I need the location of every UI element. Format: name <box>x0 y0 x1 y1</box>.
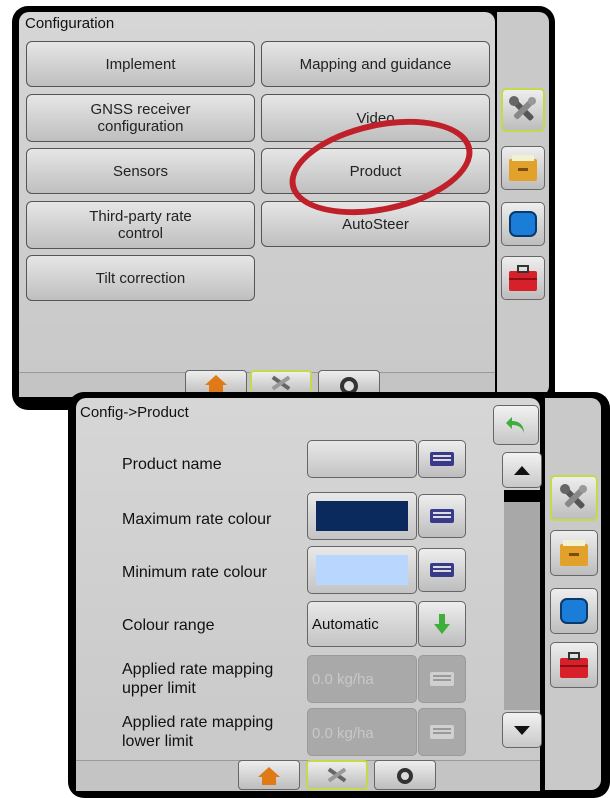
max-rate-colour-field[interactable] <box>307 492 417 540</box>
product-name-keyboard-button[interactable] <box>418 440 466 478</box>
home-tab[interactable] <box>238 760 300 790</box>
chevron-up-icon <box>514 466 530 475</box>
scrollbar[interactable] <box>502 452 542 748</box>
gnss-receiver-button[interactable]: GNSS receiver configuration <box>26 94 255 142</box>
colour-range-dropdown-button[interactable] <box>418 601 466 647</box>
third-party-rate-control-button[interactable]: Third-party rate control <box>26 201 255 249</box>
upper-limit-label-text: Applied rate mapping upper limit <box>122 661 274 697</box>
lower-limit-label-text: Applied rate mapping lower limit <box>122 714 274 750</box>
sensors-button[interactable]: Sensors <box>26 148 255 194</box>
display-icon <box>509 211 537 237</box>
tools-tab[interactable] <box>550 475 598 521</box>
tools-icon <box>560 484 587 509</box>
colour-range-value: Automatic <box>312 616 379 633</box>
scroll-track[interactable] <box>504 490 540 710</box>
implement-label: Implement <box>105 55 176 73</box>
toolbox-tab[interactable] <box>550 642 598 688</box>
home-icon <box>258 767 280 785</box>
min-rate-colour-swatch <box>316 555 408 585</box>
lower-limit-keyboard-button <box>418 708 466 756</box>
min-rate-colour-label: Minimum rate colour <box>122 564 267 581</box>
upper-limit-keyboard-button <box>418 655 466 703</box>
lower-limit-value: 0.0 kg/ha <box>312 725 374 742</box>
mapping-guidance-label: Mapping and guidance <box>299 55 452 73</box>
breadcrumb: Config->Product <box>80 404 189 421</box>
keyboard-icon <box>430 725 454 739</box>
chevron-down-icon <box>514 726 530 735</box>
implement-button[interactable]: Implement <box>26 41 255 87</box>
product-name-label: Product name <box>122 456 222 473</box>
toolbox-icon <box>560 652 588 678</box>
gauge-tab[interactable] <box>374 760 436 790</box>
toolbox-tab[interactable] <box>501 256 545 300</box>
display-tab[interactable] <box>550 588 598 634</box>
autosteer-label: AutoSteer <box>342 215 409 233</box>
toolbox-icon <box>509 265 537 291</box>
sensors-label: Sensors <box>112 162 169 180</box>
arrow-down-icon <box>434 614 450 634</box>
min-rate-colour-field[interactable] <box>307 546 417 594</box>
keyboard-icon <box>430 452 454 466</box>
data-drawer-icon <box>509 155 537 181</box>
keyboard-icon <box>430 509 454 523</box>
data-tab[interactable] <box>550 530 598 576</box>
tools-bottom-tab[interactable] <box>306 760 368 790</box>
keyboard-icon <box>430 672 454 686</box>
keyboard-icon <box>430 563 454 577</box>
lower-limit-field: 0.0 kg/ha <box>307 708 417 756</box>
scroll-up-button[interactable] <box>502 452 542 488</box>
page-title: Configuration <box>25 15 115 32</box>
gauge-icon <box>340 377 358 393</box>
home-icon <box>205 375 227 393</box>
tools-icon <box>509 96 536 121</box>
max-rate-colour-label: Maximum rate colour <box>122 511 272 528</box>
scroll-down-button[interactable] <box>502 712 542 748</box>
tilt-correction-label: Tilt correction <box>95 269 186 287</box>
back-arrow-icon <box>506 417 524 433</box>
mapping-guidance-button[interactable]: Mapping and guidance <box>261 41 490 87</box>
tilt-correction-button[interactable]: Tilt correction <box>26 255 255 301</box>
third-party-rate-control-label: Third-party rate control <box>89 208 192 242</box>
max-rate-colour-keyboard-button[interactable] <box>418 494 466 538</box>
scroll-thumb[interactable] <box>504 490 540 502</box>
gauge-icon <box>397 768 413 784</box>
max-rate-colour-swatch <box>316 501 408 531</box>
display-tab[interactable] <box>501 202 545 246</box>
gnss-receiver-label: GNSS receiver configuration <box>90 101 191 135</box>
back-button[interactable] <box>493 405 539 445</box>
min-rate-colour-keyboard-button[interactable] <box>418 548 466 592</box>
display-icon <box>560 598 588 624</box>
lower-limit-label: Applied rate mapping lower limit <box>122 713 292 751</box>
upper-limit-value: 0.0 kg/ha <box>312 671 374 688</box>
tools-icon <box>271 375 291 391</box>
upper-limit-label: Applied rate mapping upper limit <box>122 660 297 698</box>
tools-icon <box>327 767 347 783</box>
colour-range-label: Colour range <box>122 617 215 634</box>
data-tab[interactable] <box>501 146 545 190</box>
upper-limit-field: 0.0 kg/ha <box>307 655 417 703</box>
colour-range-select[interactable]: Automatic <box>307 601 417 647</box>
tools-tab[interactable] <box>501 88 545 132</box>
data-drawer-icon <box>560 540 588 566</box>
product-name-field[interactable] <box>307 440 417 478</box>
